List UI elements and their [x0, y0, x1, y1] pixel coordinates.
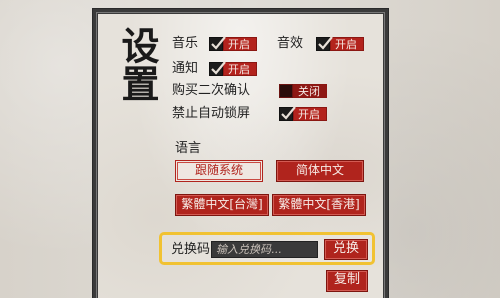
language-label: 语言 [175, 141, 202, 156]
redeem-button[interactable]: 兑换 [324, 239, 368, 260]
language-option-simplified-chinese[interactable]: 简体中文 [276, 160, 364, 182]
language-option-traditional-hongkong[interactable]: 繁體中文[香港] [272, 194, 366, 216]
sfx-label: 音效 [277, 36, 304, 51]
purchase-confirm-toggle[interactable]: 关闭 [279, 84, 327, 98]
music-label: 音乐 [172, 36, 199, 51]
sfx-checkbox [316, 36, 333, 51]
sfx-toggle[interactable]: 开启 [316, 36, 364, 51]
checkmark-icon [281, 106, 296, 120]
checkmark-icon [318, 36, 333, 50]
page-title: 设置 [115, 26, 160, 102]
music-state: 开启 [223, 37, 257, 51]
sfx-state: 开启 [330, 37, 364, 51]
music-checkbox [209, 36, 226, 51]
redeem-label: 兑换码 [171, 242, 211, 257]
checkmark-icon [211, 61, 226, 75]
checkmark-icon [211, 36, 226, 50]
settings-screen: 设置 音乐 开启 音效 开启 通知 开启 购买二次确认 关闭 禁止自动锁屏 开启 [0, 0, 500, 298]
notify-state: 开启 [223, 62, 257, 76]
no-autolock-toggle[interactable]: 开启 [279, 106, 327, 121]
notify-checkbox [209, 61, 226, 76]
language-option-traditional-taiwan[interactable]: 繁體中文[台灣] [175, 194, 269, 216]
copy-button[interactable]: 复制 [326, 270, 368, 292]
redeem-code-input[interactable] [211, 241, 318, 258]
notify-toggle[interactable]: 开启 [209, 61, 257, 76]
notify-label: 通知 [172, 61, 199, 76]
no-autolock-checkbox [279, 106, 296, 121]
no-autolock-label: 禁止自动锁屏 [172, 106, 251, 121]
purchase-confirm-state: 关闭 [293, 84, 327, 98]
purchase-confirm-label: 购买二次确认 [172, 83, 251, 98]
no-autolock-state: 开启 [293, 107, 327, 121]
language-option-follow-system[interactable]: 跟随系统 [175, 160, 263, 182]
music-toggle[interactable]: 开启 [209, 36, 257, 51]
purchase-confirm-checkbox [279, 84, 293, 98]
